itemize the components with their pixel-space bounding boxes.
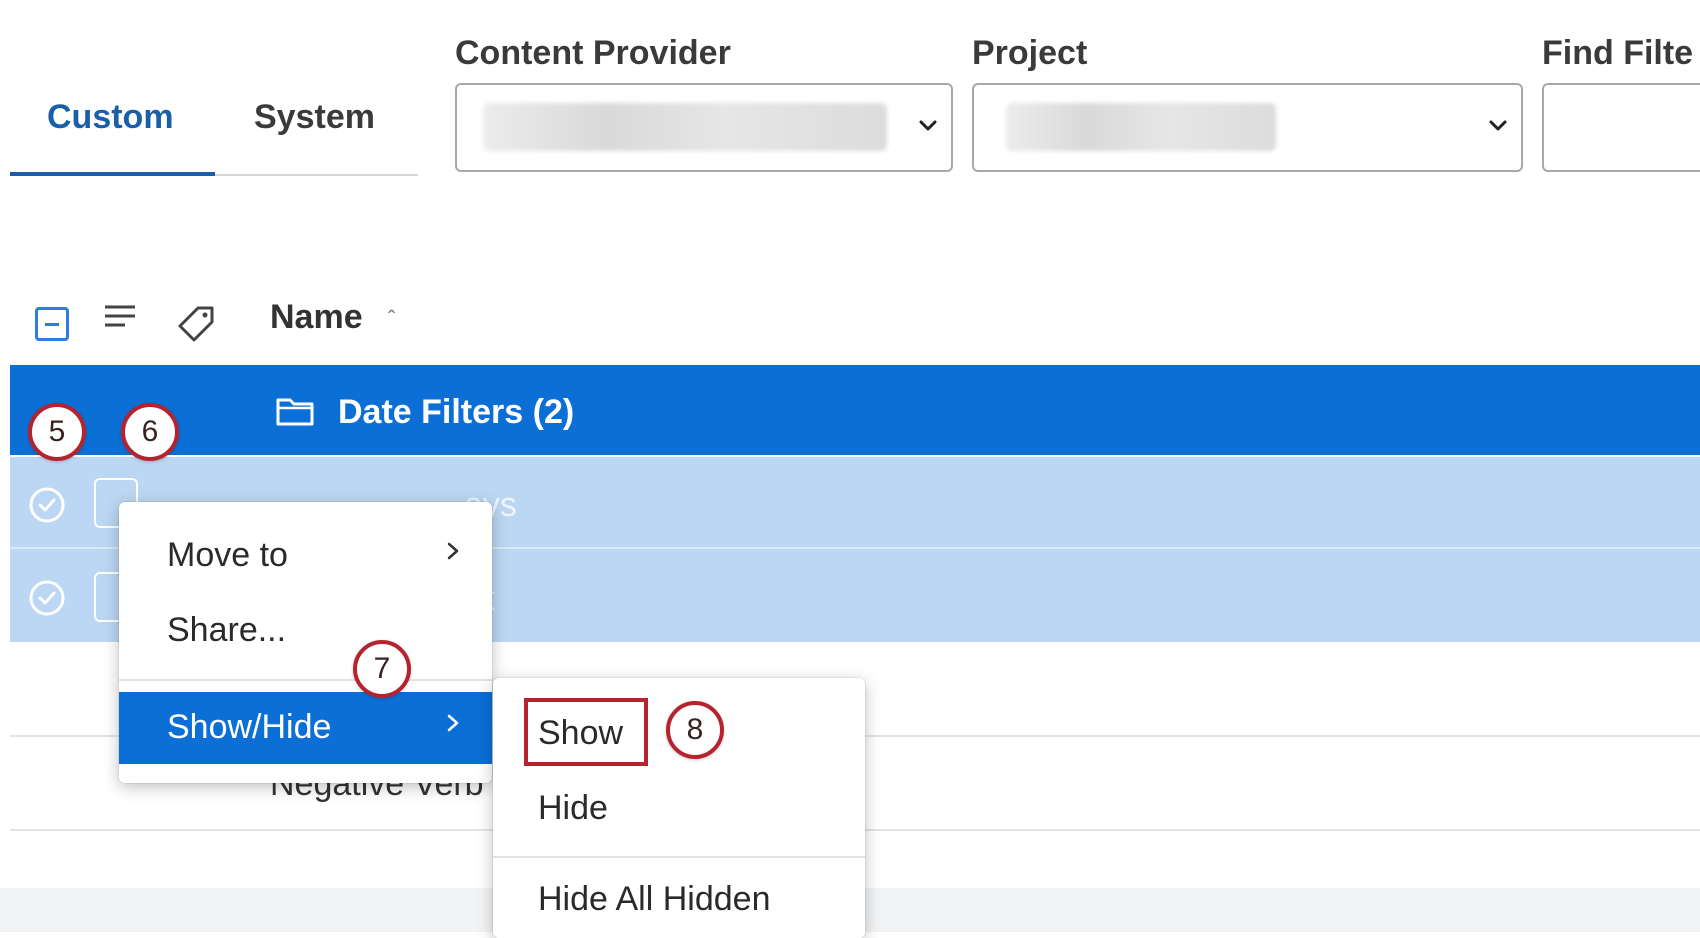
step-callout-8: 8 <box>666 701 724 759</box>
step-callout-5: 5 <box>28 403 86 461</box>
name-column-header[interactable]: Name <box>270 298 363 337</box>
list-icon[interactable] <box>103 303 137 331</box>
step-callout-6: 6 <box>121 403 179 461</box>
tab-custom[interactable]: Custom <box>47 98 174 137</box>
folder-name: Date Filters (2) <box>338 393 574 432</box>
menu-item-move-to[interactable]: Move to <box>119 520 492 592</box>
menu-item-hide[interactable]: Hide <box>493 773 865 845</box>
folder-icon <box>275 395 315 427</box>
step-callout-7: 7 <box>353 640 411 698</box>
check-circle-icon[interactable] <box>27 578 67 618</box>
chevron-right-icon <box>442 540 464 562</box>
menu-item-share[interactable]: Share... <box>119 595 492 667</box>
select-all-checkbox[interactable] <box>35 307 69 341</box>
menu-divider <box>119 679 492 681</box>
menu-item-label: Hide All Hidden <box>538 880 770 919</box>
menu-divider <box>493 856 865 858</box>
menu-item-label: Show/Hide <box>167 708 331 747</box>
chevron-right-icon <box>442 712 464 734</box>
context-menu: Move to Share... Show/Hide <box>119 502 492 783</box>
content-provider-label: Content Provider <box>455 34 731 73</box>
tab-system[interactable]: System <box>254 98 375 137</box>
chevron-down-icon <box>1486 113 1510 137</box>
show-highlight-box <box>524 698 648 766</box>
find-filter-input[interactable] <box>1542 83 1700 172</box>
tag-icon[interactable] <box>174 302 218 346</box>
menu-item-hide-all-hidden[interactable]: Hide All Hidden <box>493 864 865 936</box>
chevron-down-icon <box>916 113 940 137</box>
project-label: Project <box>972 34 1087 73</box>
active-tab-indicator <box>10 172 215 176</box>
check-circle-icon[interactable] <box>27 485 67 525</box>
menu-item-label: Hide <box>538 789 608 828</box>
menu-item-label: Move to <box>167 536 288 575</box>
menu-item-label: Share... <box>167 611 286 650</box>
find-filter-label: Find Filte <box>1542 34 1693 73</box>
menu-item-show-hide[interactable]: Show/Hide <box>119 692 492 764</box>
project-value-redacted <box>1006 103 1276 151</box>
sort-indicator: ˆ <box>388 306 395 332</box>
content-provider-value-redacted <box>483 103 887 151</box>
project-select[interactable] <box>972 83 1523 172</box>
table-row[interactable] <box>10 365 1700 455</box>
content-provider-select[interactable] <box>455 83 953 172</box>
